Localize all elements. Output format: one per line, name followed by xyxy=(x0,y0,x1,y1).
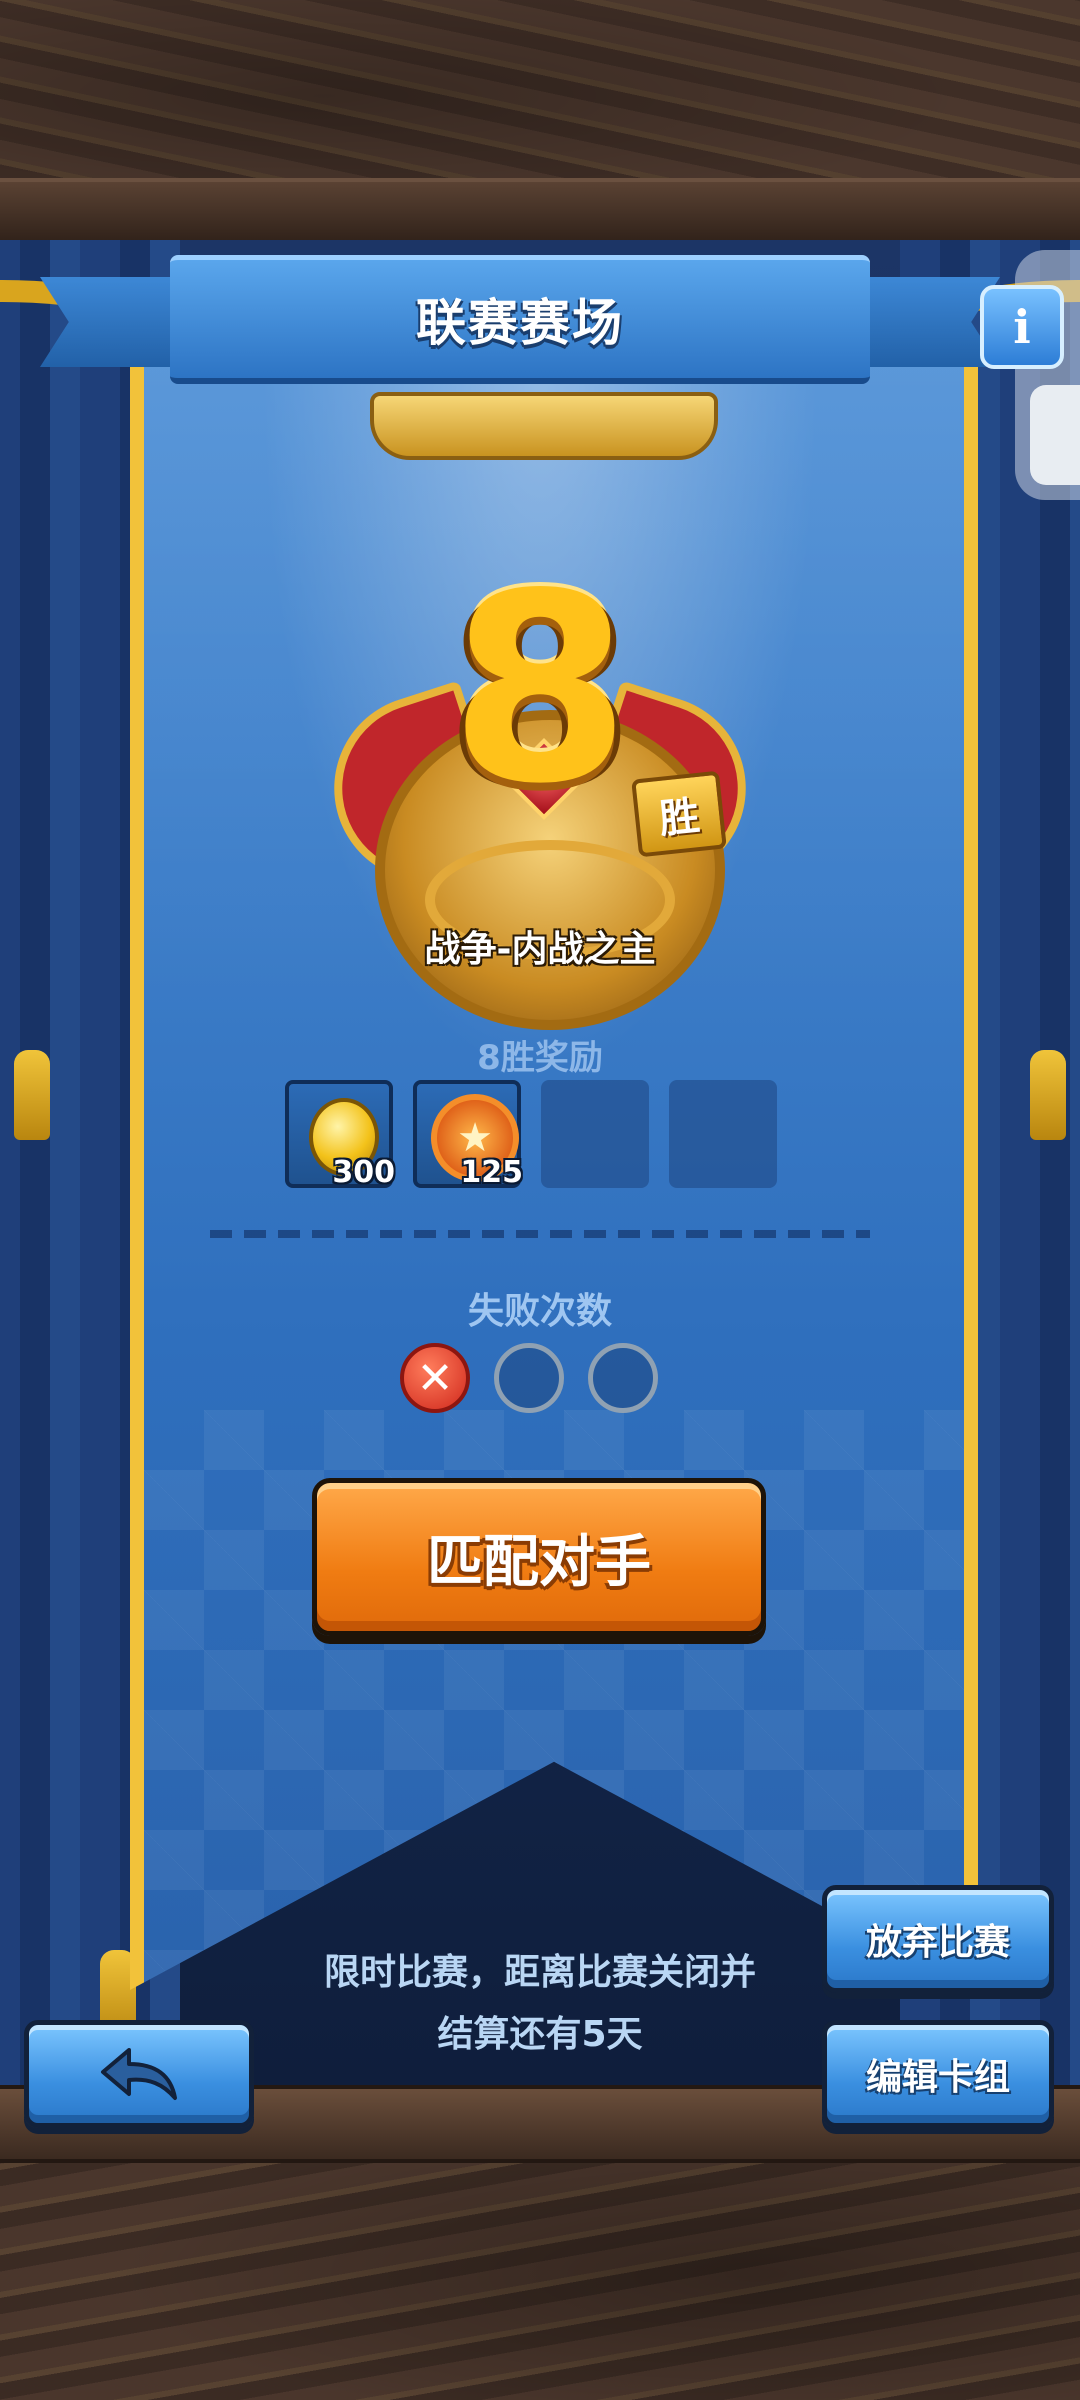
back-button[interactable] xyxy=(24,2020,254,2128)
reward-slot-empty xyxy=(669,1080,777,1188)
match-opponent-button[interactable]: 匹配对手 xyxy=(312,1478,766,1636)
right-tassel-icon xyxy=(1030,1050,1066,1140)
side-panel-tab[interactable] xyxy=(1030,385,1080,485)
reward-count: 300 xyxy=(332,1155,395,1190)
quit-match-button[interactable]: 放弃比赛 xyxy=(822,1885,1054,1993)
dashed-divider xyxy=(210,1230,870,1238)
left-tassel-icon xyxy=(14,1050,50,1140)
countdown-line-2: 结算还有5天 xyxy=(437,2014,643,2055)
reward-slot[interactable]: ★ 125 xyxy=(413,1080,523,1190)
countdown-line-1: 限时比赛，距离比赛关闭并 xyxy=(323,1952,756,1993)
edit-deck-button[interactable]: 编辑卡组 xyxy=(822,2020,1054,2128)
reward-count: 125 xyxy=(460,1155,523,1190)
failure-markers: ✕ xyxy=(400,1343,680,1419)
reward-title: 8胜奖励 xyxy=(477,1038,603,1078)
win-label: 胜 xyxy=(631,770,727,858)
failure-cross-icon: ✕ xyxy=(400,1343,470,1413)
back-arrow-icon xyxy=(101,2048,177,2100)
info-button[interactable]: i xyxy=(980,285,1064,369)
page-title: 联赛赛场 xyxy=(416,294,624,352)
failure-empty-slot xyxy=(588,1343,658,1413)
event-countdown-text: 限时比赛，距离比赛关闭并 结算还有5天 xyxy=(270,1942,810,2066)
failure-empty-slot xyxy=(494,1343,564,1413)
title-ribbon: 联赛赛场 xyxy=(40,255,1000,384)
medal-title: 战争-内战之主 xyxy=(424,929,656,970)
reward-slots: 300 ★ 125 xyxy=(285,1080,805,1190)
failure-title: 失败次数 xyxy=(467,1291,612,1332)
top-wood-rail xyxy=(0,178,1080,248)
lamp-icon xyxy=(370,392,718,460)
ribbon-center: 联赛赛场 xyxy=(170,255,870,384)
reward-slot[interactable]: 300 xyxy=(285,1080,395,1190)
reward-slot-empty xyxy=(541,1080,649,1188)
